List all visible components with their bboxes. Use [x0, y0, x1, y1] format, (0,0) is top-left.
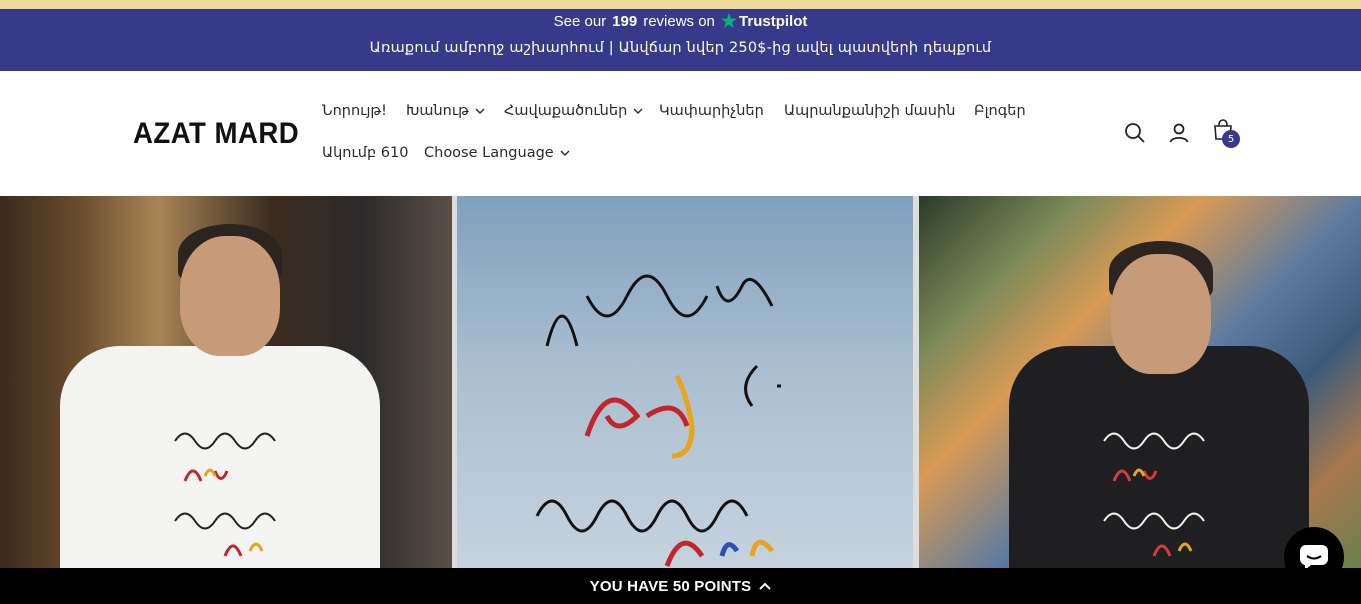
nav-item-label: Նորույթ! — [322, 103, 387, 119]
cart-count-badge: 5 — [1222, 130, 1240, 148]
shipping-message: Առաքում ամբողջ աշխարհում | Անվճար նվեր 2… — [369, 40, 992, 56]
chat-bubble-icon — [1300, 545, 1328, 570]
nav-item-shop[interactable]: Խանութ — [406, 103, 485, 119]
hero-image-black-shirt — [919, 196, 1361, 568]
trustpilot-suffix: reviews on — [643, 12, 715, 30]
nav-item-club[interactable]: Ակումբ 610 — [322, 145, 408, 161]
site-header: AZAT MARD Նորույթ! Խանութ Հավաքածուներ Կ… — [0, 71, 1361, 196]
brand-logo[interactable]: AZAT MARD — [133, 117, 299, 151]
head-graphic — [180, 236, 280, 356]
nav-item-caps[interactable]: Կափարիչներ — [659, 103, 764, 119]
chevron-down-icon — [475, 108, 485, 114]
hero-image-white-shirt — [0, 196, 452, 568]
chevron-down-icon — [560, 150, 570, 156]
nav-item-label: Ակումբ 610 — [322, 145, 409, 161]
account-icon[interactable] — [1167, 121, 1191, 145]
search-icon[interactable] — [1123, 121, 1147, 145]
nav-item-label: Ապրանքանիշի մասին — [784, 103, 956, 119]
shirt-print-graphic — [1103, 432, 1205, 557]
trustpilot-review-count: 199 — [612, 12, 638, 30]
chevron-up-icon — [759, 582, 772, 590]
nav-item-label: Choose Language — [424, 145, 554, 161]
nav-item-label: Կափարիչներ — [659, 103, 764, 119]
top-accent-strip — [0, 0, 1361, 9]
head-graphic — [1111, 254, 1211, 374]
chevron-down-icon — [633, 108, 643, 114]
nav-item-new[interactable]: Նորույթ! — [322, 103, 387, 119]
loyalty-points-bar[interactable]: YOU HAVE 50 POINTS — [0, 568, 1361, 604]
nav-item-collections[interactable]: Հավաքածուներ — [504, 103, 643, 119]
trustpilot-widget[interactable]: See our 199 reviews on ★ Trustpilot — [0, 12, 1361, 30]
nav-item-label: Բլոգեր — [974, 103, 1026, 119]
armenian-script-graphic — [535, 274, 781, 567]
nav-item-about[interactable]: Ապրանքանիշի մասին — [784, 103, 955, 119]
nav-item-language[interactable]: Choose Language — [424, 145, 570, 161]
nav-item-label: Խանութ — [406, 103, 469, 119]
trustpilot-logo: ★ Trustpilot — [721, 12, 807, 30]
hero-image-script-print — [457, 196, 913, 568]
nav-item-label: Հավաքածուներ — [504, 103, 628, 119]
nav-item-blogs[interactable]: Բլոգեր — [974, 103, 1026, 119]
trustpilot-prefix: See our — [553, 12, 607, 30]
shirt-print-graphic — [174, 432, 276, 557]
announcement-bar: See our 199 reviews on ★ Trustpilot Առաք… — [0, 9, 1361, 71]
hero-banner[interactable] — [0, 196, 1361, 568]
trustpilot-brand: Trustpilot — [739, 12, 808, 30]
trustpilot-star-icon: ★ — [720, 11, 738, 31]
points-label: YOU HAVE 50 POINTS — [589, 577, 752, 595]
